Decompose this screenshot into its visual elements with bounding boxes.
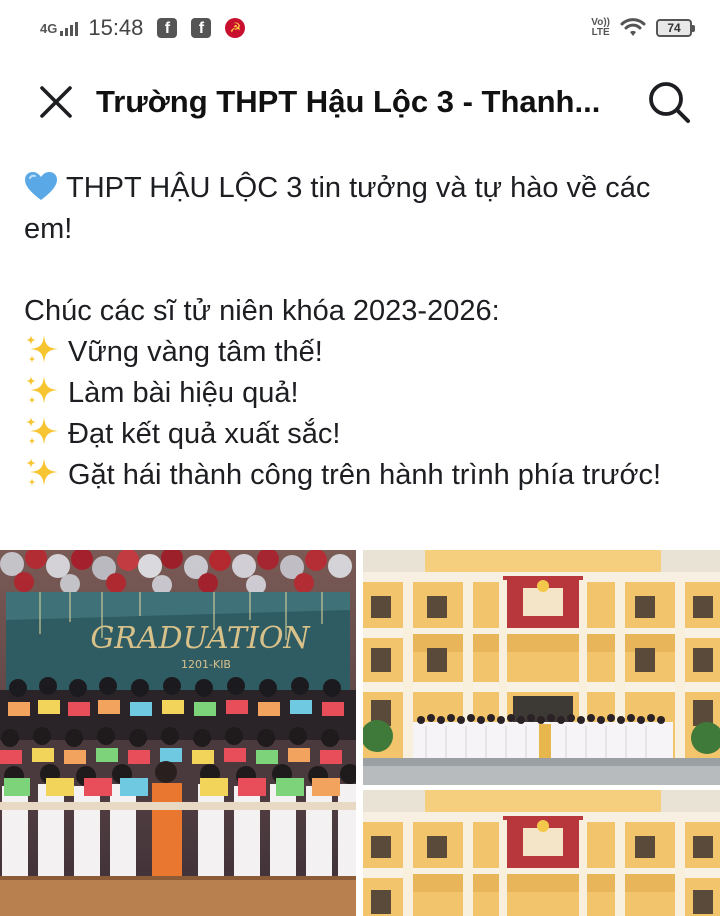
network-indicator: 4G xyxy=(40,20,79,36)
close-button[interactable] xyxy=(34,80,78,124)
battery-icon: 74 xyxy=(656,19,695,37)
school-building-photo[interactable] xyxy=(363,550,720,785)
facebook-notification-icon-2: f xyxy=(191,18,212,38)
post-text: THPT HẬU LỘC 3 tin tưởng và tự hào về cá… xyxy=(24,168,704,496)
sparkles-emoji-icon xyxy=(26,458,58,486)
wifi-icon xyxy=(620,18,646,36)
banner-title: GRADUATION xyxy=(90,621,311,656)
school-building-illustration-2 xyxy=(363,790,720,916)
photo-grid: GRADUATION 1201-KIB xyxy=(0,550,720,916)
sparkles-emoji-icon xyxy=(26,376,58,404)
wish-text: Vững vàng tâm thế! xyxy=(68,336,323,368)
network-type: 4G xyxy=(40,20,58,36)
blue-heart-emoji-icon xyxy=(25,172,57,200)
wish-item: Gặt hái thành công trên hành trình phía … xyxy=(24,455,704,496)
search-button[interactable] xyxy=(644,77,694,127)
header-bar: Trường THPT Hậu Lộc 3 - Thanh... xyxy=(0,60,720,144)
wish-item: Làm bài hiệu quả! xyxy=(24,373,704,414)
post-line-2: Chúc các sĩ tử niên khóa 2023-2026: xyxy=(24,295,500,327)
graduation-class-illustration: GRADUATION 1201-KIB xyxy=(0,550,356,916)
school-building-illustration xyxy=(363,550,720,785)
battery-level: 74 xyxy=(667,21,681,35)
wish-item: Vững vàng tâm thế! xyxy=(24,332,704,373)
status-right: Vo)) LTE 74 xyxy=(591,18,695,38)
sparkles-emoji-icon xyxy=(26,335,58,363)
app-notification-icon: ☭ xyxy=(225,18,246,38)
floor xyxy=(0,876,356,916)
status-left: 4G 15:48 f f ☭ xyxy=(40,15,246,41)
desk xyxy=(0,802,356,810)
school-building-photo-2[interactable] xyxy=(363,790,720,916)
search-icon xyxy=(649,82,690,123)
post-line-1: THPT HẬU LỘC 3 tin tưởng và tự hào về cá… xyxy=(24,172,651,245)
wish-text: Đạt kết quả xuất sắc! xyxy=(68,418,341,450)
lte-label: LTE xyxy=(591,27,610,38)
page-title[interactable]: Trường THPT Hậu Lộc 3 - Thanh... xyxy=(96,84,624,120)
class-graduation-photo[interactable]: GRADUATION 1201-KIB xyxy=(0,550,356,916)
post-intro: THPT HẬU LỘC 3 tin tưởng và tự hào về cá… xyxy=(24,168,704,250)
sparkles-emoji-icon xyxy=(26,417,58,445)
wish-text: Gặt hái thành công trên hành trình phía … xyxy=(68,459,662,491)
close-icon xyxy=(40,86,72,118)
facebook-notification-icon: f xyxy=(157,18,178,38)
signal-icon xyxy=(60,21,79,36)
clock: 15:48 xyxy=(88,15,144,40)
status-bar: 4G 15:48 f f ☭ Vo)) LTE 74 xyxy=(0,0,720,56)
volte-icon: Vo)) LTE xyxy=(591,18,610,38)
wish-text: Làm bài hiệu quả! xyxy=(68,377,299,409)
wish-item: Đạt kết quả xuất sắc! xyxy=(24,414,704,455)
banner-subtitle: 1201-KIB xyxy=(181,658,231,671)
